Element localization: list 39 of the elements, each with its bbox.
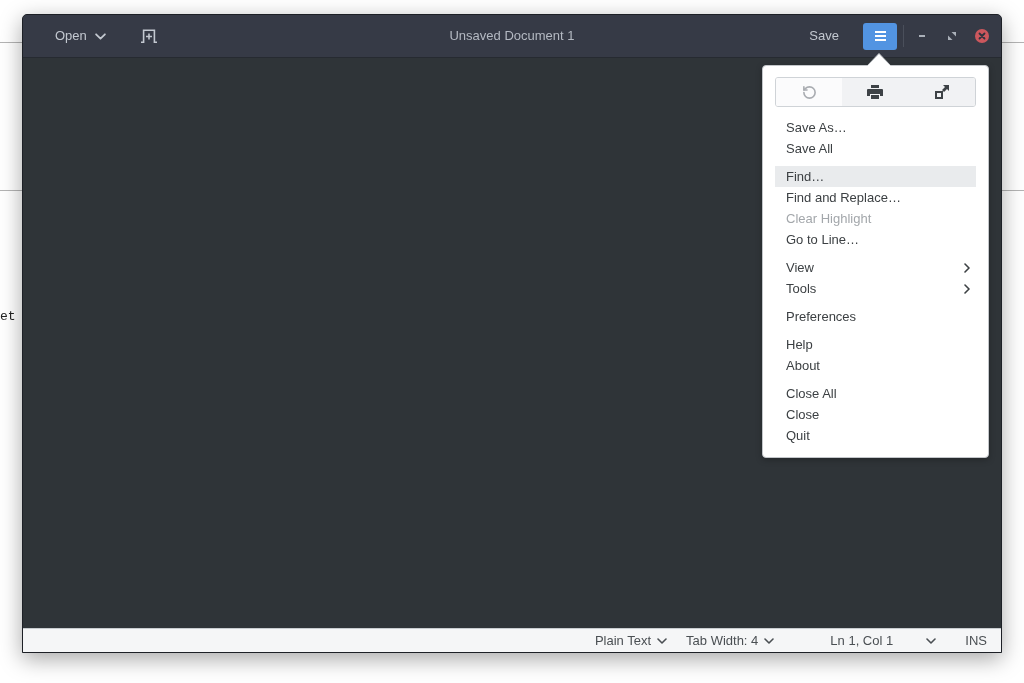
chevron-down-icon [94,32,106,40]
insert-mode-label: INS [965,631,987,650]
menu-item[interactable]: Find and Replace… [775,187,976,208]
menu-item[interactable]: Find… [775,166,976,187]
menu-item[interactable]: Save All [775,138,976,159]
close-icon [975,29,989,43]
menu-item[interactable]: Close All [775,383,976,404]
menu-icon [874,31,886,41]
maximize-icon [948,32,956,40]
menu-item[interactable]: Help [775,334,976,355]
toolbar-button[interactable] [908,78,975,106]
menu-item[interactable]: About [775,355,976,376]
chevron-down-icon [764,637,775,644]
window-title: Unsaved Document 1 [449,27,575,46]
background-text: et [0,309,16,324]
chevron-right-icon [964,262,970,273]
open-button[interactable]: Open [45,22,116,50]
menu-button[interactable] [863,22,897,50]
menu-item[interactable]: Save As… [775,117,976,138]
close-button[interactable] [975,29,989,43]
cursor-position-dropdown[interactable]: Ln 1, Col 1 [824,629,943,652]
save-button[interactable]: Save [797,22,851,50]
chevron-down-icon [926,637,937,644]
toolbar-button[interactable] [842,78,909,106]
printer-icon [867,85,884,99]
minimize-icon [919,35,925,37]
new-tab-icon [140,29,157,43]
chevron-down-icon [657,637,668,644]
status-dropdown[interactable]: Plain Text [588,629,674,652]
submenu-item[interactable]: Tools [775,278,976,299]
status-dropdown[interactable]: Tab Width: 4 [680,629,781,652]
undo-icon [801,84,817,100]
menu-item[interactable]: Preferences [775,306,976,327]
chevron-right-icon [964,283,970,294]
fullscreen-icon [934,85,949,99]
menu-item[interactable]: Close [775,404,976,425]
menu-item[interactable]: Quit [775,425,976,446]
menu-item[interactable]: Go to Line… [775,229,976,250]
submenu-item[interactable]: View [775,257,976,278]
